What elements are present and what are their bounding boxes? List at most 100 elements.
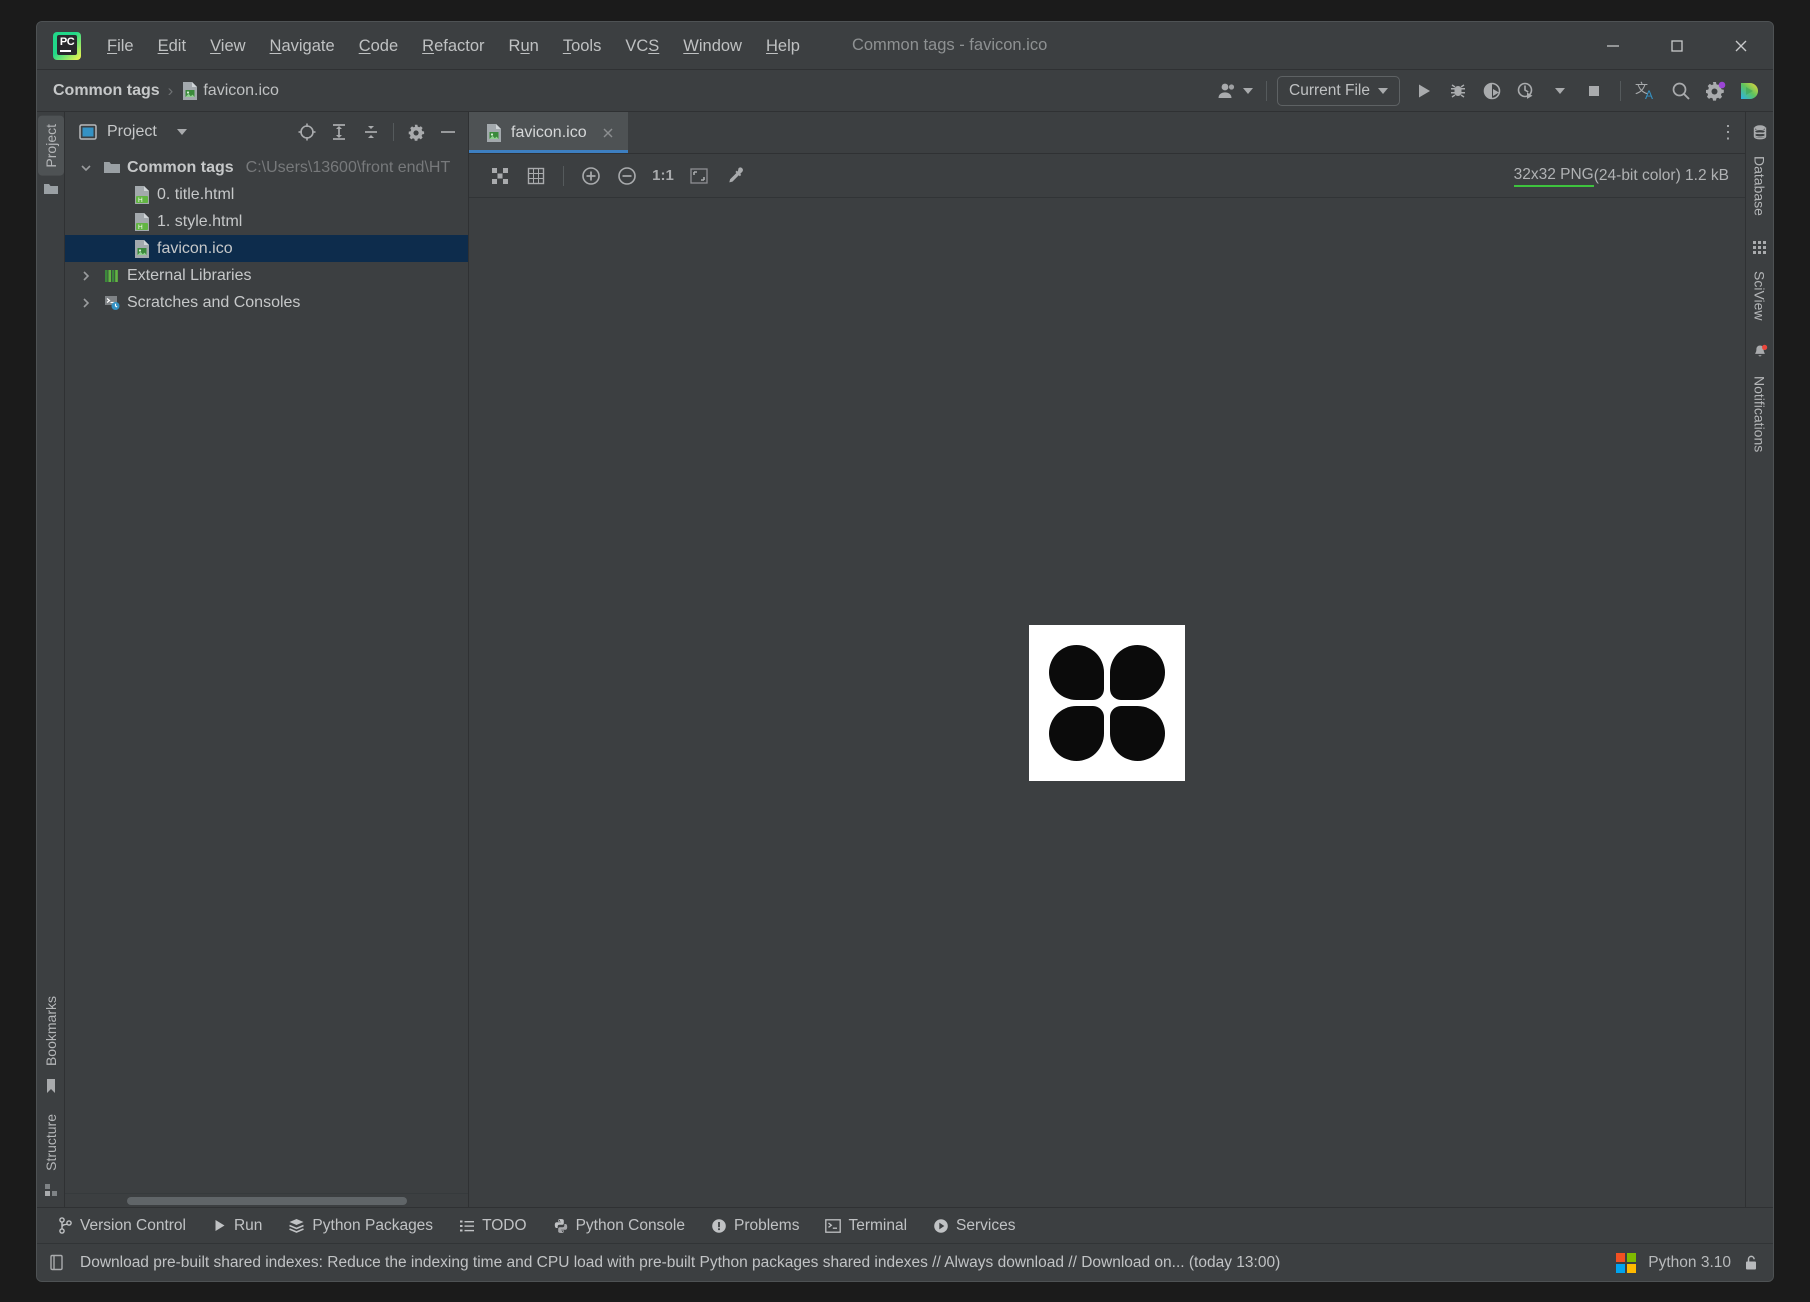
checkerboard-icon[interactable] bbox=[483, 160, 517, 192]
toolwindow-label: TODO bbox=[482, 1216, 527, 1234]
tree-node-scratches-and-consoles[interactable]: Scratches and Consoles bbox=[65, 289, 468, 316]
expand-all-icon[interactable] bbox=[325, 118, 353, 146]
tree-node-external-libraries[interactable]: External Libraries bbox=[65, 262, 468, 289]
toolwindow-terminal[interactable]: Terminal bbox=[814, 1212, 918, 1240]
image-viewer-toolbar: 1:1 32x32 PNG (24-bit color) 1.2 kB bbox=[469, 154, 1745, 198]
chevron-right-icon[interactable] bbox=[75, 270, 97, 282]
menu-refactor[interactable]: Refactor bbox=[410, 22, 496, 70]
window-title: Common tags - favicon.ico bbox=[851, 36, 1048, 54]
search-icon[interactable] bbox=[1665, 75, 1697, 107]
close-icon[interactable] bbox=[601, 126, 615, 140]
translate-icon[interactable]: 文A bbox=[1631, 75, 1663, 107]
menu-run[interactable]: Run bbox=[497, 22, 551, 70]
scrollbar-thumb[interactable] bbox=[127, 1197, 407, 1205]
terminal-icon bbox=[825, 1218, 842, 1233]
sidebar-item-notifications[interactable]: Notifications bbox=[1747, 368, 1773, 460]
toolwindow-python-console[interactable]: Python Console bbox=[542, 1212, 696, 1240]
sidebar-item-structure[interactable]: Structure bbox=[38, 1106, 64, 1179]
menu-navigate[interactable]: Navigate bbox=[258, 22, 347, 70]
ide-updates-icon[interactable] bbox=[1733, 75, 1765, 107]
tree-node-favicon-ico[interactable]: favicon.ico bbox=[65, 235, 468, 262]
sidebar-item-bookmarks[interactable]: Bookmarks bbox=[38, 988, 64, 1074]
breadcrumb-project[interactable]: Common tags bbox=[47, 80, 166, 102]
profiler-icon[interactable] bbox=[1510, 75, 1542, 107]
status-message[interactable]: Download pre-built shared indexes: Reduc… bbox=[80, 1254, 1280, 1272]
collapse-all-icon[interactable] bbox=[357, 118, 385, 146]
structure-icon bbox=[44, 1181, 58, 1203]
tree-node-title-html[interactable]: H 0. title.html bbox=[65, 181, 468, 208]
project-panel-title: Project bbox=[107, 123, 157, 140]
unlocked-padlock-icon[interactable] bbox=[1743, 1254, 1759, 1272]
gear-icon[interactable] bbox=[402, 118, 430, 146]
editor-tab-bar: favicon.ico ⋮ bbox=[469, 112, 1745, 154]
zoom-in-icon[interactable] bbox=[574, 160, 608, 192]
minimize-icon[interactable] bbox=[1581, 22, 1645, 70]
run-with-coverage-icon[interactable] bbox=[1476, 75, 1508, 107]
tree-node-label: External Libraries bbox=[127, 266, 252, 284]
chevron-right-icon[interactable] bbox=[75, 297, 97, 309]
tree-node-label: favicon.ico bbox=[157, 239, 233, 257]
tree-node-path: C:\Users\13600\front end\HT bbox=[245, 158, 451, 176]
menu-view[interactable]: View bbox=[198, 22, 257, 70]
sidebar-item-database[interactable]: Database bbox=[1747, 148, 1773, 224]
close-icon[interactable] bbox=[1709, 22, 1773, 70]
grid-icon[interactable] bbox=[519, 160, 553, 192]
menu-window[interactable]: Window bbox=[671, 22, 754, 70]
petal-bottom-right bbox=[1110, 705, 1165, 761]
tree-node-style-html[interactable]: H 1. style.html bbox=[65, 208, 468, 235]
main-toolbar: Current File 文A bbox=[1214, 70, 1765, 112]
toolwindow-services[interactable]: Services bbox=[922, 1212, 1026, 1240]
toolwindow-label: Version Control bbox=[80, 1216, 186, 1234]
more-options-icon[interactable]: ⋮ bbox=[1711, 112, 1745, 153]
toolwindow-problems[interactable]: Problems bbox=[700, 1212, 810, 1240]
notifications-tab-label: Notifications bbox=[1751, 376, 1768, 453]
interpreter-label[interactable]: Python 3.10 bbox=[1648, 1254, 1731, 1272]
gear-icon[interactable] bbox=[1699, 75, 1731, 107]
chevron-down-icon bbox=[1378, 88, 1388, 94]
toolwindow-todo[interactable]: TODO bbox=[448, 1212, 538, 1240]
menu-vcs[interactable]: VCS bbox=[613, 22, 671, 70]
fit-content-icon[interactable] bbox=[682, 160, 716, 192]
menu-tools[interactable]: Tools bbox=[551, 22, 614, 70]
menu-code[interactable]: Code bbox=[347, 22, 410, 70]
sidebar-item-project[interactable]: Project bbox=[37, 116, 64, 176]
stop-icon[interactable] bbox=[1578, 75, 1610, 107]
image-file-icon bbox=[485, 123, 503, 143]
chevron-down-icon bbox=[1243, 88, 1254, 94]
desktop-background: PC File Edit View Navigate Code Refactor… bbox=[0, 0, 1810, 1302]
image-canvas[interactable] bbox=[469, 198, 1745, 1207]
eyedropper-icon[interactable] bbox=[718, 160, 752, 192]
chevron-down-icon[interactable] bbox=[1544, 75, 1576, 107]
chevron-down-icon[interactable] bbox=[75, 162, 97, 174]
minus-icon[interactable] bbox=[434, 118, 462, 146]
menu-file[interactable]: File bbox=[95, 22, 146, 70]
editor-tab-favicon-ico[interactable]: favicon.ico bbox=[469, 112, 628, 153]
toolwindow-python-packages[interactable]: Python Packages bbox=[277, 1212, 444, 1240]
todo-list-icon bbox=[459, 1219, 475, 1233]
account-icon[interactable] bbox=[1214, 75, 1256, 107]
project-horizontal-scrollbar[interactable] bbox=[65, 1193, 468, 1207]
debug-icon[interactable] bbox=[1442, 75, 1474, 107]
html-file-icon: H bbox=[133, 212, 151, 232]
chevron-down-icon[interactable] bbox=[176, 129, 187, 135]
window-controls bbox=[1581, 22, 1773, 70]
tree-node-common-tags[interactable]: Common tags C:\Users\13600\front end\HT bbox=[65, 154, 468, 181]
sidebar-item-sciview[interactable]: SciView bbox=[1747, 263, 1773, 329]
toolbar-separator bbox=[1266, 81, 1268, 101]
run-icon[interactable] bbox=[1408, 75, 1440, 107]
menu-help[interactable]: Help bbox=[754, 22, 812, 70]
image-file-icon bbox=[133, 239, 151, 259]
zoom-out-icon[interactable] bbox=[610, 160, 644, 192]
run-configuration-selector[interactable]: Current File bbox=[1277, 76, 1400, 106]
ide-notification-icon[interactable] bbox=[47, 1253, 66, 1272]
toolwindow-run[interactable]: Run bbox=[201, 1212, 273, 1240]
crosshair-icon[interactable] bbox=[293, 118, 321, 146]
one-to-one-icon[interactable]: 1:1 bbox=[646, 160, 680, 192]
maximize-icon[interactable] bbox=[1645, 22, 1709, 70]
breadcrumb-file[interactable]: favicon.ico bbox=[199, 80, 283, 102]
structure-tab-label: Structure bbox=[42, 1114, 59, 1171]
left-tool-strip: Project Bookmarks Structure bbox=[37, 112, 65, 1207]
toolwindow-version-control[interactable]: Version Control bbox=[47, 1212, 197, 1240]
menu-edit[interactable]: Edit bbox=[146, 22, 198, 70]
libraries-icon bbox=[103, 268, 121, 284]
